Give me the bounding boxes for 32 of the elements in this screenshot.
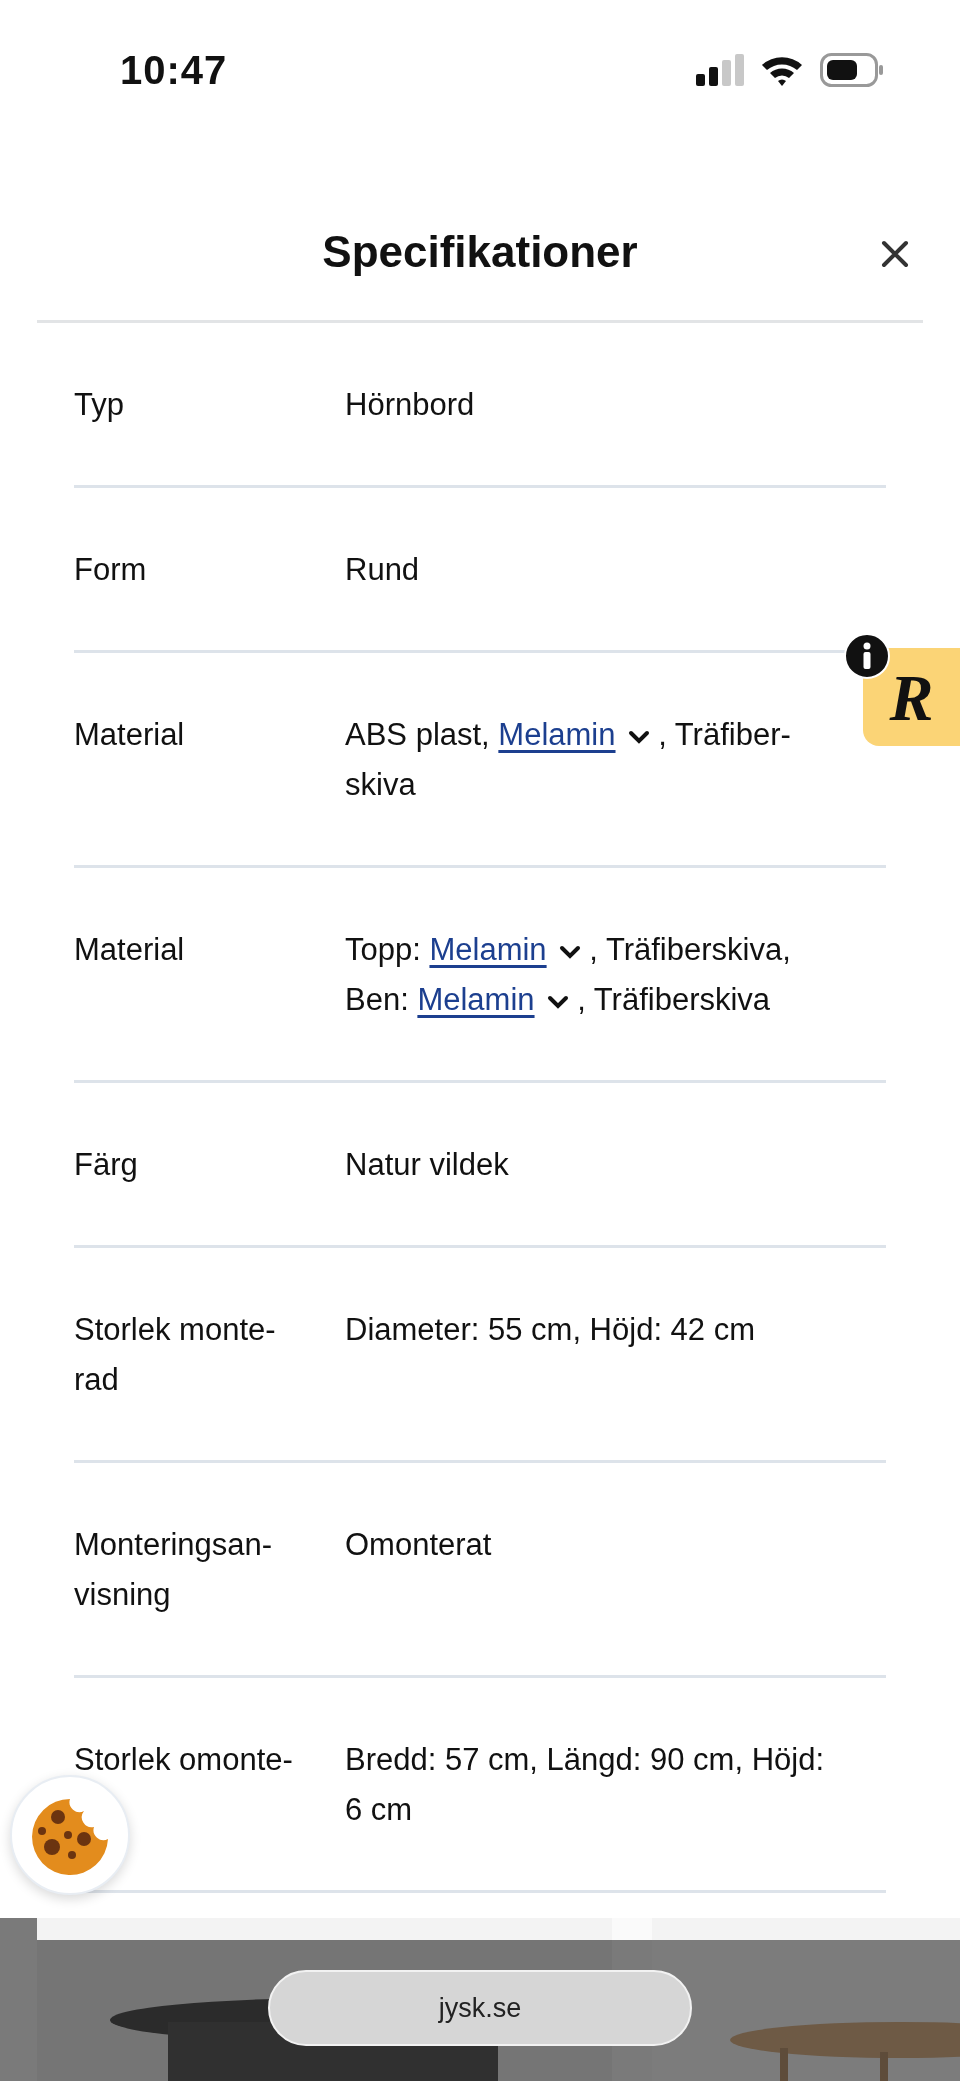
review-badge[interactable]: R — [863, 648, 960, 746]
material-link[interactable]: Melamin — [417, 982, 535, 1017]
spec-value: Diameter: 55 cm, Höjd: 42 cm — [345, 1311, 756, 1349]
modal-title: Specifikationer — [321, 226, 639, 278]
info-icon — [844, 633, 890, 679]
spec-value: ABS plast, Melamin , Träfiber- skiva — [345, 716, 791, 804]
spec-label: Material — [74, 716, 186, 754]
spec-value: Natur vildek — [345, 1146, 509, 1184]
status-time: 10:47 — [120, 47, 228, 94]
spec-label: Storlek monte- rad — [74, 1311, 277, 1399]
material-link[interactable]: Melamin — [498, 717, 616, 752]
spec-value: Bredd: 57 cm, Längd: 90 cm, Höjd: 6 cm — [345, 1741, 825, 1829]
spec-label: Form — [74, 551, 148, 589]
spec-label: Typ — [74, 386, 125, 424]
spec-label: Material — [74, 931, 186, 969]
chevron-down-icon[interactable] — [627, 729, 650, 744]
battery-icon — [820, 53, 884, 87]
chevron-down-icon[interactable] — [546, 994, 569, 1009]
spec-value: Omonterat — [345, 1526, 492, 1564]
signal-icon — [696, 54, 744, 86]
spec-label: Storlek omonte- — [74, 1741, 294, 1779]
close-icon — [881, 240, 909, 268]
spec-value: Hörnbord — [345, 386, 475, 424]
spec-label: Färg — [74, 1146, 139, 1184]
wifi-icon — [760, 54, 804, 86]
spec-value: Rund — [345, 551, 420, 589]
material-link[interactable]: Melamin — [429, 932, 547, 967]
spec-label: Monteringsan- visning — [74, 1526, 274, 1614]
url-bar[interactable]: jysk.se — [268, 1970, 692, 2046]
chevron-down-icon[interactable] — [558, 944, 581, 959]
spec-value: Topp: Melamin , Träfiberskiva, Ben: Melamin , Träfiberskiva — [345, 931, 791, 1019]
cookie-button[interactable] — [10, 1775, 130, 1895]
